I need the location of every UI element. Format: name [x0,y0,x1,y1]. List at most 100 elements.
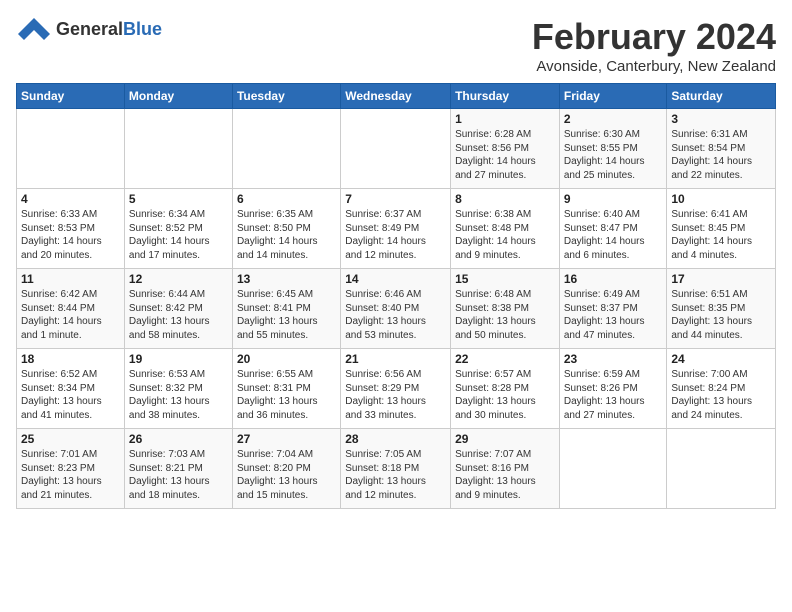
calendar-cell [232,109,340,189]
calendar-cell: 3Sunrise: 6:31 AM Sunset: 8:54 PM Daylig… [667,109,776,189]
day-info: Sunrise: 6:35 AM Sunset: 8:50 PM Dayligh… [237,208,336,262]
day-info: Sunrise: 6:46 AM Sunset: 8:40 PM Dayligh… [345,288,446,342]
day-info: Sunrise: 6:56 AM Sunset: 8:29 PM Dayligh… [345,368,446,422]
day-info: Sunrise: 7:01 AM Sunset: 8:23 PM Dayligh… [21,448,120,502]
calendar-cell: 4Sunrise: 6:33 AM Sunset: 8:53 PM Daylig… [17,189,125,269]
logo-blue-text: Blue [123,19,162,39]
day-number: 29 [455,432,555,446]
week-row-4: 25 Sunrise: 7:01 AM Sunset: 8:23 PM Dayli… [17,429,776,509]
logo-icon [16,16,52,42]
calendar-cell: 27 Sunrise: 7:04 AM Sunset: 8:20 PM Dayli… [232,429,340,509]
day-info: Sunrise: 6:41 AM Sunset: 8:45 PM Dayligh… [671,208,771,262]
day-number: 17 [671,272,771,286]
day-number: 13 [237,272,336,286]
day-info: Sunrise: 6:33 AM Sunset: 8:53 PM Dayligh… [21,208,120,262]
day-number: 26 [129,432,228,446]
day-info: Sunrise: 7:04 AM Sunset: 8:20 PM Dayligh… [237,448,336,502]
calendar-cell [124,109,232,189]
day-info: Sunrise: 6:51 AM Sunset: 8:35 PM Dayligh… [671,288,771,342]
day-info: Sunrise: 6:37 AM Sunset: 8:49 PM Dayligh… [345,208,446,262]
day-number: 23 [564,352,663,366]
day-number: 21 [345,352,446,366]
day-info: Sunrise: 6:38 AM Sunset: 8:48 PM Dayligh… [455,208,555,262]
calendar-cell: 2 Sunrise: 6:30 AM Sunset: 8:55 PM Daylig… [559,109,667,189]
day-info: Sunrise: 6:30 AM Sunset: 8:55 PM Dayligh… [564,128,663,182]
day-number: 8 [455,192,555,206]
day-number: 11 [21,272,120,286]
day-number: 28 [345,432,446,446]
day-number: 19 [129,352,228,366]
header-row: SundayMondayTuesdayWednesdayThursdayFrid… [17,84,776,109]
header-day-wednesday: Wednesday [341,84,451,109]
logo-general-text: General [56,19,123,39]
calendar-cell: 7 Sunrise: 6:37 AM Sunset: 8:49 PM Daylig… [341,189,451,269]
day-info: Sunrise: 6:28 AM Sunset: 8:56 PM Dayligh… [455,128,555,182]
day-number: 15 [455,272,555,286]
logo: GeneralBlue [16,16,162,42]
calendar-cell: 22 Sunrise: 6:57 AM Sunset: 8:28 PM Dayli… [451,349,560,429]
day-number: 6 [237,192,336,206]
calendar-cell: 24 Sunrise: 7:00 AM Sunset: 8:24 PM Dayli… [667,349,776,429]
day-number: 27 [237,432,336,446]
header-day-thursday: Thursday [451,84,560,109]
month-title: February 2024 [532,16,776,58]
calendar-cell: 29 Sunrise: 7:07 AM Sunset: 8:16 PM Dayli… [451,429,560,509]
title-area: February 2024 Avonside, Canterbury, New … [532,16,776,75]
day-number: 24 [671,352,771,366]
day-number: 9 [564,192,663,206]
day-info: Sunrise: 7:00 AM Sunset: 8:24 PM Dayligh… [671,368,771,422]
day-info: Sunrise: 6:42 AM Sunset: 8:44 PM Dayligh… [21,288,120,342]
day-info: Sunrise: 7:03 AM Sunset: 8:21 PM Dayligh… [129,448,228,502]
calendar-cell: 16 Sunrise: 6:49 AM Sunset: 8:37 PM Dayli… [559,269,667,349]
day-info: Sunrise: 6:49 AM Sunset: 8:37 PM Dayligh… [564,288,663,342]
calendar-cell: 15 Sunrise: 6:48 AM Sunset: 8:38 PM Dayli… [451,269,560,349]
day-number: 7 [345,192,446,206]
day-number: 16 [564,272,663,286]
calendar-cell [667,429,776,509]
header-day-friday: Friday [559,84,667,109]
day-info: Sunrise: 6:53 AM Sunset: 8:32 PM Dayligh… [129,368,228,422]
day-number: 5 [129,192,228,206]
calendar-cell: 26 Sunrise: 7:03 AM Sunset: 8:21 PM Dayli… [124,429,232,509]
day-number: 25 [21,432,120,446]
day-info: Sunrise: 7:05 AM Sunset: 8:18 PM Dayligh… [345,448,446,502]
calendar-cell [559,429,667,509]
calendar-cell: 11 Sunrise: 6:42 AM Sunset: 8:44 PM Dayli… [17,269,125,349]
day-info: Sunrise: 6:55 AM Sunset: 8:31 PM Dayligh… [237,368,336,422]
week-row-3: 18 Sunrise: 6:52 AM Sunset: 8:34 PM Dayli… [17,349,776,429]
day-info: Sunrise: 6:34 AM Sunset: 8:52 PM Dayligh… [129,208,228,262]
week-row-0: 1 Sunrise: 6:28 AM Sunset: 8:56 PM Daylig… [17,109,776,189]
calendar-table: SundayMondayTuesdayWednesdayThursdayFrid… [16,83,776,509]
calendar-cell: 10Sunrise: 6:41 AM Sunset: 8:45 PM Dayli… [667,189,776,269]
day-number: 2 [564,112,663,126]
calendar-cell: 19 Sunrise: 6:53 AM Sunset: 8:32 PM Dayli… [124,349,232,429]
calendar-cell: 8 Sunrise: 6:38 AM Sunset: 8:48 PM Daylig… [451,189,560,269]
day-info: Sunrise: 6:44 AM Sunset: 8:42 PM Dayligh… [129,288,228,342]
day-number: 22 [455,352,555,366]
day-info: Sunrise: 7:07 AM Sunset: 8:16 PM Dayligh… [455,448,555,502]
day-info: Sunrise: 6:57 AM Sunset: 8:28 PM Dayligh… [455,368,555,422]
calendar-cell: 14 Sunrise: 6:46 AM Sunset: 8:40 PM Dayli… [341,269,451,349]
day-number: 20 [237,352,336,366]
day-info: Sunrise: 6:48 AM Sunset: 8:38 PM Dayligh… [455,288,555,342]
calendar-cell: 23 Sunrise: 6:59 AM Sunset: 8:26 PM Dayli… [559,349,667,429]
calendar-cell [341,109,451,189]
day-number: 1 [455,112,555,126]
day-number: 18 [21,352,120,366]
header-day-tuesday: Tuesday [232,84,340,109]
calendar-cell: 20 Sunrise: 6:55 AM Sunset: 8:31 PM Dayli… [232,349,340,429]
calendar-cell: 21 Sunrise: 6:56 AM Sunset: 8:29 PM Dayli… [341,349,451,429]
day-number: 14 [345,272,446,286]
day-info: Sunrise: 6:45 AM Sunset: 8:41 PM Dayligh… [237,288,336,342]
calendar-cell [17,109,125,189]
calendar-cell: 13 Sunrise: 6:45 AM Sunset: 8:41 PM Dayli… [232,269,340,349]
calendar-cell: 12Sunrise: 6:44 AM Sunset: 8:42 PM Dayli… [124,269,232,349]
day-info: Sunrise: 6:59 AM Sunset: 8:26 PM Dayligh… [564,368,663,422]
location-title: Avonside, Canterbury, New Zealand [532,58,776,75]
calendar-cell: 9Sunrise: 6:40 AM Sunset: 8:47 PM Daylig… [559,189,667,269]
week-row-1: 4Sunrise: 6:33 AM Sunset: 8:53 PM Daylig… [17,189,776,269]
day-info: Sunrise: 6:31 AM Sunset: 8:54 PM Dayligh… [671,128,771,182]
header-day-sunday: Sunday [17,84,125,109]
calendar-cell: 28 Sunrise: 7:05 AM Sunset: 8:18 PM Dayli… [341,429,451,509]
day-info: Sunrise: 6:52 AM Sunset: 8:34 PM Dayligh… [21,368,120,422]
